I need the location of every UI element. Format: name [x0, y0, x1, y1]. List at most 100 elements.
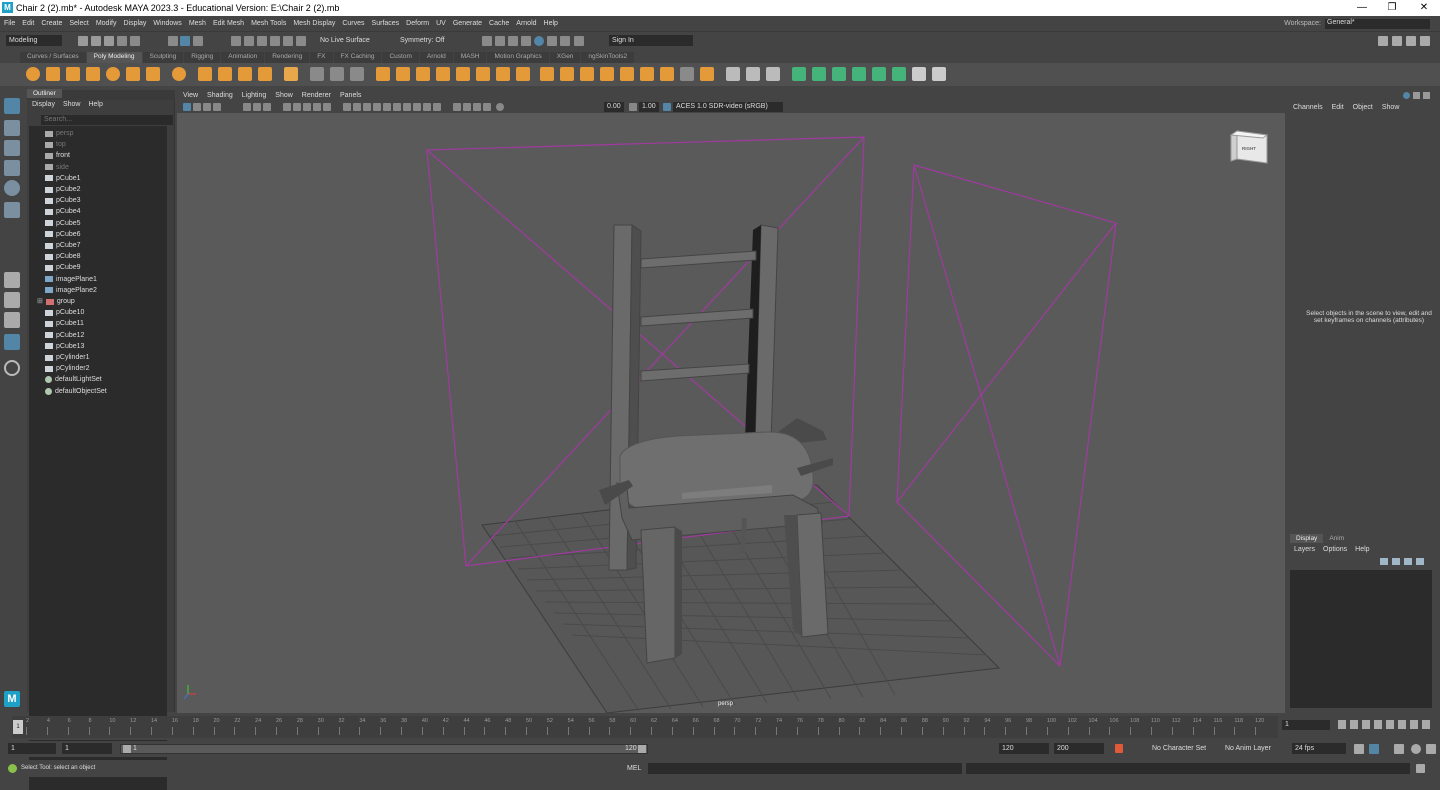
- animation-prefs-icon[interactable]: [1411, 744, 1421, 754]
- select-by-hierarchy-icon[interactable]: [168, 36, 178, 46]
- outliner-item[interactable]: defaultLightSet: [45, 374, 102, 385]
- motion-blur-icon[interactable]: [413, 103, 421, 111]
- target-weld-icon[interactable]: [700, 67, 714, 81]
- crease-icon[interactable]: [932, 67, 946, 81]
- outliner-item[interactable]: persp: [45, 128, 74, 139]
- layer-menu-item[interactable]: Help: [1355, 546, 1369, 553]
- sweep-mesh-icon[interactable]: [218, 67, 232, 81]
- 3d-scene-view[interactable]: RIGHT persp: [177, 113, 1285, 713]
- render-frame-icon[interactable]: [482, 36, 492, 46]
- snap-grid-icon[interactable]: [231, 36, 241, 46]
- current-frame-marker[interactable]: 1: [13, 720, 23, 734]
- outliner-item[interactable]: side: [45, 162, 69, 173]
- bookmarks-icon[interactable]: [203, 103, 211, 111]
- poly-text-icon[interactable]: [238, 67, 252, 81]
- outliner-item[interactable]: pCube10: [45, 307, 84, 318]
- layer-tab-anim[interactable]: Anim: [1323, 534, 1350, 543]
- relax-sculpt-icon[interactable]: [852, 67, 866, 81]
- xray-icon[interactable]: [463, 103, 471, 111]
- film-gate-icon[interactable]: [283, 103, 291, 111]
- insert-edge-loop-icon[interactable]: [540, 67, 554, 81]
- outliner-item[interactable]: imagePlane1: [45, 274, 97, 285]
- channel-box-toggle-icon[interactable]: [1403, 92, 1410, 99]
- audio-icon[interactable]: [1394, 744, 1404, 754]
- animation-start-field[interactable]: 1: [8, 743, 56, 754]
- menu-item[interactable]: Mesh Display: [293, 20, 335, 27]
- isolate-select-icon[interactable]: [453, 103, 461, 111]
- live-surface-label[interactable]: No Live Surface: [320, 37, 370, 44]
- anim-layer-dropdown[interactable]: No Anim Layer: [1225, 745, 1271, 752]
- outliner-item[interactable]: pCube13: [45, 341, 84, 352]
- time-slider-ruler[interactable]: 1 2 4 6 8 10 12 14 16 18 20 22 24 26 28 30 32 34 36 38 40 42…: [12, 716, 1278, 738]
- snap-point-icon[interactable]: [257, 36, 267, 46]
- boolean-icon[interactable]: [376, 67, 390, 81]
- gamma-field[interactable]: 1.00: [639, 102, 659, 112]
- viewport-menu-item[interactable]: Renderer: [302, 92, 331, 99]
- textured-icon[interactable]: [373, 103, 381, 111]
- hypershade-icon[interactable]: [521, 36, 531, 46]
- paint-select-tool-icon[interactable]: [4, 140, 20, 156]
- outliner-item[interactable]: pCube4: [45, 206, 81, 217]
- menu-item[interactable]: File: [4, 20, 15, 27]
- poly-cube-icon[interactable]: [46, 67, 60, 81]
- outliner-item[interactable]: pCube8: [45, 251, 81, 262]
- multi-cut-icon[interactable]: [516, 67, 530, 81]
- 2d-pan-zoom-icon[interactable]: [243, 103, 251, 111]
- outliner-item[interactable]: front: [45, 150, 70, 161]
- bevel-icon[interactable]: [456, 67, 470, 81]
- playback-end-field[interactable]: 120: [999, 743, 1049, 754]
- grab-sculpt-icon[interactable]: [872, 67, 886, 81]
- shelf-tab[interactable]: Sculpting: [142, 52, 184, 63]
- character-set-dropdown[interactable]: No Character Set: [1152, 745, 1206, 752]
- menu-item[interactable]: Edit: [22, 20, 34, 27]
- shelf-tab[interactable]: Rigging: [184, 52, 221, 63]
- new-layer-selected-icon[interactable]: [1416, 558, 1424, 565]
- render-settings-icon[interactable]: [508, 36, 518, 46]
- poly-cone-icon[interactable]: [86, 67, 100, 81]
- step-forward-frame-icon[interactable]: [1398, 720, 1406, 729]
- render-view-icon[interactable]: [534, 36, 544, 46]
- script-language-toggle[interactable]: MEL: [627, 765, 641, 772]
- poly-plane-icon[interactable]: [126, 67, 140, 81]
- svg-icon[interactable]: [258, 67, 272, 81]
- automatic-mapping-icon[interactable]: [766, 67, 780, 81]
- snap-live-icon[interactable]: [283, 36, 293, 46]
- backface-culling-icon[interactable]: [483, 103, 491, 111]
- planar-mapping-icon[interactable]: [746, 67, 760, 81]
- scale-tool-icon[interactable]: [4, 202, 20, 218]
- menu-item[interactable]: Windows: [153, 20, 181, 27]
- outliner-menu-item[interactable]: Help: [88, 101, 102, 108]
- paint-weights-icon[interactable]: [792, 67, 806, 81]
- outliner-item[interactable]: top: [45, 139, 66, 150]
- attribute-editor-toggle-icon[interactable]: [1413, 92, 1420, 99]
- shelf-tab[interactable]: MASH: [453, 52, 487, 63]
- range-slider[interactable]: 1 120: [120, 744, 648, 754]
- poly-disc-icon[interactable]: [146, 67, 160, 81]
- play-forwards-icon[interactable]: [1386, 720, 1394, 729]
- maya-home-icon[interactable]: M: [4, 691, 20, 707]
- tool-settings-toggle-icon[interactable]: [1423, 92, 1430, 99]
- snap-curve-icon[interactable]: [244, 36, 254, 46]
- smooth-shade-icon[interactable]: [353, 103, 361, 111]
- shelf-tab[interactable]: Curves / Surfaces: [20, 52, 86, 63]
- save-scene-icon[interactable]: [104, 36, 114, 46]
- outliner-item[interactable]: pCylinder1: [45, 352, 89, 363]
- menu-item[interactable]: Edit Mesh: [213, 20, 244, 27]
- menu-set-dropdown[interactable]: Modeling: [6, 35, 62, 46]
- fill-hole-icon[interactable]: [476, 67, 490, 81]
- shelf-tab[interactable]: XGen: [549, 52, 581, 63]
- four-view-layout-icon[interactable]: [4, 292, 20, 308]
- script-editor-icon[interactable]: [1416, 764, 1425, 773]
- uv-editor-icon[interactable]: [726, 67, 740, 81]
- go-to-end-icon[interactable]: [1422, 720, 1430, 729]
- maximize-button[interactable]: ❐: [1382, 2, 1402, 13]
- layer-tab-display[interactable]: Display: [1290, 534, 1324, 543]
- move-tool-icon[interactable]: [4, 160, 20, 176]
- mirror-icon[interactable]: [396, 67, 410, 81]
- channel-box-icon[interactable]: [1420, 36, 1430, 46]
- single-view-layout-icon[interactable]: [4, 272, 20, 288]
- outliner-menu-item[interactable]: Show: [63, 101, 81, 108]
- outliner-item[interactable]: defaultObjectSet: [45, 386, 107, 397]
- outliner-item[interactable]: imagePlane2: [45, 285, 97, 296]
- safe-action-icon[interactable]: [323, 103, 331, 111]
